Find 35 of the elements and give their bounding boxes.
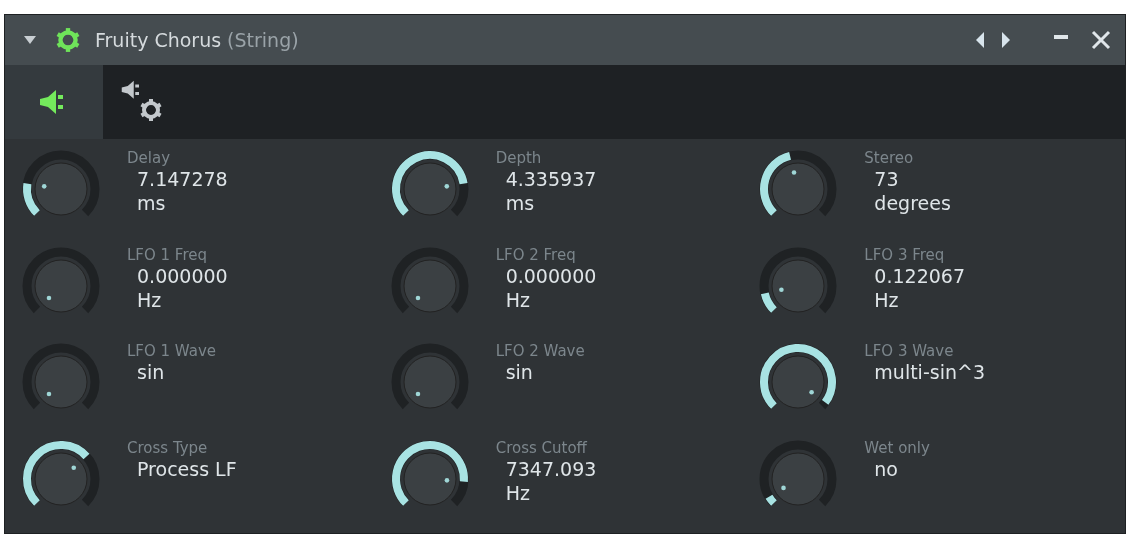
knob-value: 0.000000 — [505, 263, 597, 288]
knob-unit: Hz — [137, 287, 163, 312]
window-title: Fruity Chorus — [95, 29, 222, 51]
knob-value: sin — [137, 360, 166, 384]
knob-value: sin — [505, 360, 534, 384]
knob-unit: ms — [137, 191, 167, 215]
tab[interactable] — [5, 65, 103, 139]
knob-value: 0.122067 — [874, 263, 965, 288]
knob-label: Delay — [127, 149, 171, 167]
knob-unit: ms — [505, 191, 536, 215]
knob-value: no — [874, 456, 899, 481]
knob-label: Cross Type — [127, 438, 209, 457]
knob-unit: Hz — [874, 287, 900, 312]
knob-label: LFO 2 Freq — [495, 245, 577, 264]
knob-label: LFO 1 Freq — [127, 245, 208, 264]
knob-label: LFO 3 Freq — [864, 245, 946, 264]
knob-label: LFO 3 Wave — [864, 342, 955, 360]
knob-value: 0.000000 — [137, 263, 228, 288]
knob-unit: Hz — [505, 480, 531, 505]
knob-label: Depth — [495, 149, 543, 167]
knob-value: 7347.093 — [505, 456, 597, 481]
knob-value: Process LF — [137, 456, 237, 481]
knob-value: 4.335937 — [505, 167, 597, 191]
gear-icon[interactable] — [55, 27, 81, 53]
knob-label: Wet only — [864, 438, 930, 457]
window-subtitle: (String) — [227, 29, 299, 51]
knob-unit: Hz — [505, 287, 531, 312]
knob-unit: degrees — [874, 191, 951, 215]
knob-label: Cross Cutoff — [495, 438, 588, 457]
knob-label: LFO 1 Wave — [127, 342, 217, 360]
knob-label: LFO 2 Wave — [495, 342, 585, 360]
knob-value: 73 — [874, 167, 900, 191]
knob-label: Stereo — [864, 149, 915, 167]
knob-value: multi-sin^3 — [874, 360, 985, 384]
knob-value: 7.147278 — [137, 167, 228, 191]
